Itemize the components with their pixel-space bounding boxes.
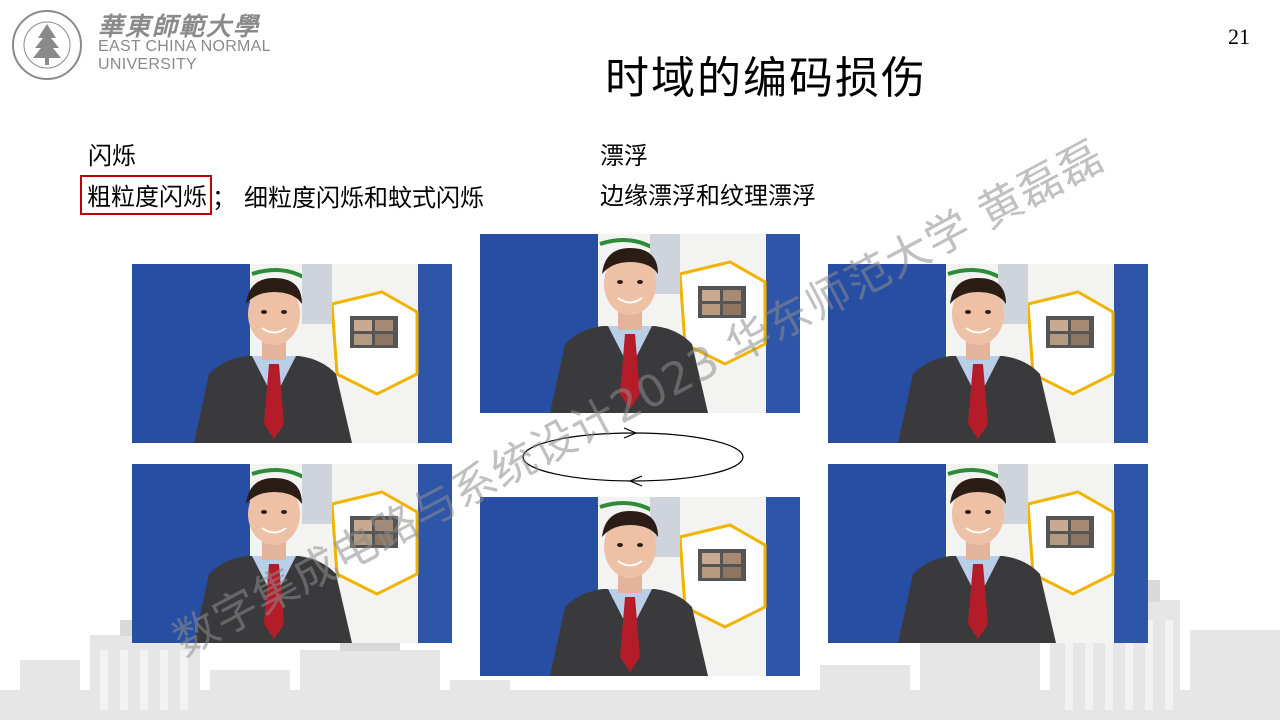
- video-frame-image: [828, 264, 1148, 443]
- separator: ；: [212, 184, 236, 212]
- video-frame-right-top: [828, 264, 1148, 443]
- video-frame-right-bottom: [828, 464, 1148, 643]
- video-frame-left-bottom: [132, 464, 452, 643]
- flicker-heading: 闪烁: [88, 142, 136, 170]
- university-name-english-line1: EAST CHINA NORMAL: [98, 38, 271, 55]
- drift-heading: 漂浮: [600, 142, 648, 170]
- cycle-arrow-icon: [522, 427, 744, 487]
- video-frame-center-top: [480, 234, 800, 413]
- flicker-types-line: 粗粒度闪烁； 细粒度闪烁和蚊式闪烁: [80, 175, 484, 216]
- video-frame-image: [132, 464, 452, 643]
- video-frame-image: [828, 464, 1148, 643]
- video-frame-image: [480, 497, 800, 676]
- coarse-flicker-highlight: 粗粒度闪烁: [80, 175, 212, 215]
- page-title: 时域的编码损伤: [605, 53, 927, 104]
- slide: 華東師範大學 EAST CHINA NORMAL UNIVERSITY 21 时…: [0, 0, 1280, 720]
- fine-flicker-text: 细粒度闪烁和蚊式闪烁: [244, 184, 484, 212]
- video-frame-image: [132, 264, 452, 443]
- video-frame-center-bottom: [480, 497, 800, 676]
- university-seal-logo: [12, 10, 82, 80]
- drift-types-line: 边缘漂浮和纹理漂浮: [600, 182, 816, 210]
- video-frame-left-top: [132, 264, 452, 443]
- page-number: 21: [1228, 24, 1250, 49]
- video-frame-image: [480, 234, 800, 413]
- university-name-english-line2: UNIVERSITY: [98, 56, 198, 73]
